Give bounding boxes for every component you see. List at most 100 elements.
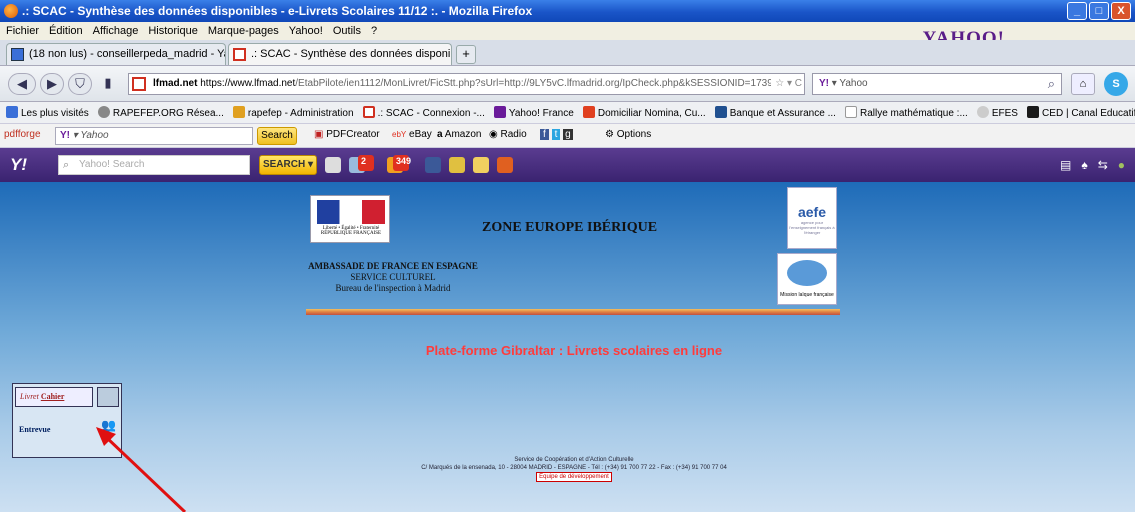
- menu-fichier[interactable]: Fichier: [6, 22, 39, 40]
- amazon-label: Amazon: [444, 129, 482, 140]
- menu-help[interactable]: ?: [371, 22, 377, 40]
- radio-button[interactable]: ◉ Radio: [489, 129, 527, 140]
- leaf-icon[interactable]: ●: [1118, 158, 1125, 172]
- tab-scac[interactable]: .: SCAC - Synthèse des données disponi..…: [228, 43, 452, 65]
- bookmark-most-visited[interactable]: Les plus visités: [6, 103, 89, 123]
- yahoo-icon: [493, 106, 506, 118]
- radio-icon: ◉: [489, 129, 498, 140]
- site-favicon-icon: [132, 77, 146, 91]
- bookmark-icon: [232, 106, 245, 118]
- app-icon[interactable]: [497, 157, 513, 173]
- pdfforge-logo: pdfforge: [4, 129, 41, 140]
- cahier-label: Cahier: [40, 392, 65, 401]
- home-button[interactable]: ⌂: [1071, 73, 1095, 95]
- republique-francaise-logo: Liberté • Égalité • Fraternité RÉPUBLIQU…: [310, 195, 390, 243]
- footer-address: C/ Marqués de la ensenada, 10 - 28004 MA…: [421, 465, 727, 471]
- bookmarks-icon[interactable]: [325, 157, 341, 173]
- ebay-icon: ebY: [392, 130, 407, 139]
- pdfforge-search-text: Yahoo: [80, 130, 109, 141]
- maximize-button[interactable]: □: [1089, 2, 1109, 20]
- pdf-icon: ▣: [314, 129, 324, 140]
- bookmark-ced[interactable]: CED | Canal Educatif ...: [1027, 103, 1135, 123]
- firefox-icon: [4, 4, 18, 18]
- bookmark-yahoo-france[interactable]: Yahoo! France: [493, 103, 574, 123]
- mission-laique-logo: Mission laïque française: [777, 253, 837, 305]
- menu-edition[interactable]: Édition: [49, 22, 83, 40]
- close-button[interactable]: X: [1111, 2, 1131, 20]
- yahoo-search-button[interactable]: SEARCH ▾: [259, 155, 317, 175]
- bookmark-rallye[interactable]: Rallye mathématique :...: [844, 103, 968, 123]
- amazon-button[interactable]: a Amazon: [437, 129, 481, 140]
- reader-icon-button[interactable]: ▮: [96, 73, 120, 95]
- ebay-button[interactable]: ebY eBay: [392, 129, 432, 140]
- mail-tab-icon: [11, 48, 24, 61]
- url-bar[interactable]: lfmad.net https://www.lfmad.net/EtabPilo…: [128, 73, 805, 95]
- bookmark-label: Rallye mathématique :...: [859, 108, 968, 119]
- pdfforge-toolbar: pdfforge Y! ▾ Yahoo Search ▣ PDFCreator …: [0, 124, 1135, 148]
- menu-yahoo[interactable]: Yahoo!: [289, 22, 323, 40]
- yahoo-toolbar-icons: 2 349: [325, 155, 513, 173]
- bookmark-rapefep-reseau[interactable]: RAPEFEP.ORG Résea...: [97, 103, 224, 123]
- bell-icon[interactable]: ♠: [1081, 158, 1087, 172]
- options-button[interactable]: ⚙ Options: [605, 129, 651, 140]
- bookmark-domiciliar[interactable]: Domiciliar Nomina, Cu...: [582, 103, 706, 123]
- site-tab-icon: [233, 48, 246, 61]
- pdfforge-search-input[interactable]: Y! ▾ Yahoo: [55, 127, 253, 145]
- options-label: Options: [616, 129, 652, 140]
- menu-marque-pages[interactable]: Marque-pages: [208, 22, 279, 40]
- bookmark-rapefep-admin[interactable]: rapefep - Administration: [232, 103, 354, 123]
- games-icon[interactable]: [449, 157, 465, 173]
- menu-icon[interactable]: ▤: [1060, 158, 1071, 172]
- new-tab-button[interactable]: +: [456, 45, 476, 64]
- tab-label: (18 non lus) - conseillerpeda_madrid - Y…: [29, 48, 226, 60]
- bookmark-banque[interactable]: Banque et Assurance ...: [714, 103, 836, 123]
- menu-affichage[interactable]: Affichage: [93, 22, 139, 40]
- livret-open-button[interactable]: [97, 387, 119, 407]
- mail-icon[interactable]: 2: [349, 155, 374, 173]
- amazon-icon: a: [437, 129, 443, 140]
- ebay-icon[interactable]: [473, 157, 489, 173]
- menu-outils[interactable]: Outils: [333, 22, 361, 40]
- minimize-button[interactable]: _: [1067, 2, 1087, 20]
- pdfcreator-button[interactable]: ▣ PDFCreator: [314, 129, 380, 140]
- bookmark-icon: [1027, 106, 1040, 118]
- bookmark-label: Yahoo! France: [508, 108, 574, 119]
- dev-team-badge[interactable]: Équipe de développement: [536, 472, 612, 482]
- ebay-label: eBay: [409, 129, 432, 140]
- tab-yahoo-mail[interactable]: (18 non lus) - conseillerpeda_madrid - Y…: [6, 43, 226, 65]
- twitter-icon: t: [551, 129, 561, 140]
- bookmark-icon: [362, 106, 375, 118]
- yahoo-search-input[interactable]: ⌕ Yahoo! Search: [58, 155, 250, 175]
- browser-search-input[interactable]: Y! ▾ Yahoo ⌕: [812, 73, 1062, 95]
- people-icon[interactable]: 👥: [101, 418, 116, 432]
- window-title: .: SCAC - Synthèse des données disponibl…: [22, 4, 533, 18]
- bookmark-efes[interactable]: EFES: [976, 103, 1018, 123]
- facebook-icon[interactable]: [425, 157, 441, 173]
- notifications-icon[interactable]: 349: [387, 155, 411, 173]
- url-host: https://www.lfmad.net: [200, 78, 296, 89]
- social-icons[interactable]: f t g: [540, 129, 573, 140]
- bookmark-icon: [6, 106, 18, 118]
- entrevue-link[interactable]: Entrevue: [19, 425, 50, 434]
- menu-historique[interactable]: Historique: [148, 22, 198, 40]
- pdfforge-search-button[interactable]: Search: [257, 127, 297, 145]
- embassy-block: AMBASSADE DE FRANCE EN ESPAGNE SERVICE C…: [303, 261, 483, 294]
- bookmark-icon: [582, 106, 595, 118]
- shield-icon: ⛉: [75, 76, 85, 91]
- url-bar-icons[interactable]: ☆ ▾ C: [771, 74, 802, 94]
- forward-button[interactable]: ▶: [40, 73, 64, 95]
- skype-icon[interactable]: S: [1104, 72, 1128, 96]
- home-icon: ⌂: [1079, 78, 1087, 90]
- marianne-icon: [317, 200, 385, 224]
- yahoo-logo[interactable]: Y!: [10, 155, 27, 175]
- bookmark-label: Banque et Assurance ...: [729, 108, 836, 119]
- bookmark-scac-connexion[interactable]: .: SCAC - Connexion -...: [362, 103, 485, 123]
- search-placeholder: Yahoo: [839, 78, 868, 89]
- search-icon: ⌕: [63, 159, 70, 171]
- platform-title: Plate-forme Gibraltar : Livrets scolaire…: [425, 343, 723, 358]
- search-icon[interactable]: ⌕: [1048, 74, 1055, 94]
- swap-icon[interactable]: ⇆: [1098, 158, 1108, 172]
- livret-cahier-link[interactable]: Livret Cahier: [15, 387, 93, 407]
- stop-button[interactable]: ⛉: [68, 73, 92, 95]
- back-button[interactable]: ◀: [8, 73, 36, 95]
